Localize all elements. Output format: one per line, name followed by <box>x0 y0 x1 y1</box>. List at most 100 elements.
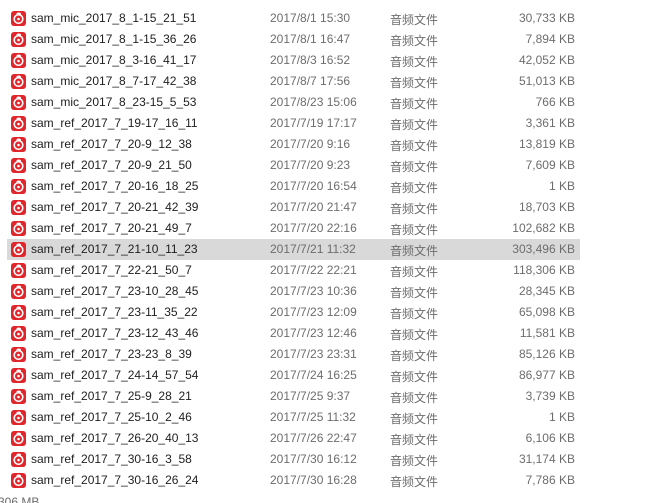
file-row[interactable]: sam_mic_2017_8_1-15_36_26 2017/8/1 16:47 音… <box>0 29 655 50</box>
file-row[interactable]: sam_ref_2017_7_20-9_21_50 2017/7/20 9:23 音… <box>0 155 655 176</box>
file-row[interactable]: sam_ref_2017_7_23-12_43_46 2017/7/23 12:4… <box>0 323 655 344</box>
file-row[interactable]: sam_ref_2017_7_20-9_12_38 2017/7/20 9:16 音… <box>0 134 655 155</box>
file-date-modified: 2017/7/23 12:09 <box>270 305 357 319</box>
file-size: 303,496 KB <box>512 242 575 256</box>
file-row[interactable]: sam_mic_2017_8_3-16_41_17 2017/8/3 16:52 音… <box>0 50 655 71</box>
audio-file-icon <box>11 74 26 89</box>
file-name: sam_ref_2017_7_23-11_35_22 <box>31 305 198 319</box>
file-row[interactable]: sam_ref_2017_7_20-16_18_25 2017/7/20 16:5… <box>0 176 655 197</box>
file-name: sam_mic_2017_8_1-15_36_26 <box>31 32 197 46</box>
file-size: 102,682 KB <box>512 221 575 235</box>
file-row[interactable]: sam_ref_2017_7_24-14_57_54 2017/7/24 16:2… <box>0 365 655 386</box>
file-date-modified: 2017/7/20 16:54 <box>270 179 357 193</box>
file-name: sam_ref_2017_7_21-10_11_23 <box>31 242 198 256</box>
file-row[interactable]: sam_ref_2017_7_30-16_3_58 2017/7/30 16:12… <box>0 449 655 470</box>
file-row[interactable]: sam_ref_2017_7_19-17_16_11 2017/7/19 17:1… <box>0 113 655 134</box>
file-type: 音频文件 <box>390 55 439 69</box>
file-name: sam_ref_2017_7_23-23_8_39 <box>31 347 192 361</box>
file-size: 51,013 KB <box>518 74 575 88</box>
file-size: 86,977 KB <box>518 368 575 382</box>
file-size: 28,345 KB <box>518 284 575 298</box>
file-type: 音频文件 <box>390 160 439 174</box>
file-type: 音频文件 <box>390 391 439 405</box>
file-date-modified: 2017/7/21 11:32 <box>270 242 356 256</box>
audio-file-icon <box>11 158 26 173</box>
file-date-modified: 2017/7/20 9:16 <box>270 137 351 151</box>
file-size: 7,609 KB <box>525 158 575 172</box>
file-name: sam_ref_2017_7_25-10_2_46 <box>31 410 192 424</box>
status-bar-size: 306 MB <box>0 495 40 503</box>
file-row[interactable]: sam_ref_2017_7_21-10_11_23 2017/7/21 11:3… <box>0 239 655 260</box>
audio-file-icon <box>11 53 26 68</box>
audio-file-icon <box>11 368 26 383</box>
file-row[interactable]: sam_mic_2017_8_7-17_42_38 2017/8/7 17:56 音… <box>0 71 655 92</box>
file-row[interactable]: sam_mic_2017_8_1-15_21_51 2017/8/1 15:30 音… <box>0 8 655 29</box>
file-date-modified: 2017/8/1 16:47 <box>270 32 351 46</box>
file-row[interactable]: sam_ref_2017_7_26-20_40_13 2017/7/26 22:4… <box>0 428 655 449</box>
file-name: sam_ref_2017_7_19-17_16_11 <box>31 116 198 130</box>
file-name: sam_ref_2017_7_23-12_43_46 <box>31 326 199 340</box>
file-name: sam_mic_2017_8_1-15_21_51 <box>31 11 197 25</box>
file-row[interactable]: sam_ref_2017_7_23-10_28_45 2017/7/23 10:3… <box>0 281 655 302</box>
file-name: sam_ref_2017_7_20-16_18_25 <box>31 179 199 193</box>
file-date-modified: 2017/8/23 15:06 <box>270 95 357 109</box>
file-size: 13,819 KB <box>518 137 575 151</box>
file-row[interactable]: sam_ref_2017_7_20-21_42_39 2017/7/20 21:4… <box>0 197 655 218</box>
file-type: 音频文件 <box>390 475 439 489</box>
file-date-modified: 2017/7/30 16:28 <box>270 473 357 487</box>
file-date-modified: 2017/7/26 22:47 <box>270 431 357 445</box>
file-date-modified: 2017/8/7 17:56 <box>270 74 351 88</box>
file-type: 音频文件 <box>390 13 439 27</box>
audio-file-icon <box>11 389 26 404</box>
file-row[interactable]: sam_ref_2017_7_22-21_50_7 2017/7/22 22:21… <box>0 260 655 281</box>
file-type: 音频文件 <box>390 307 439 321</box>
file-size: 3,361 KB <box>525 116 575 130</box>
file-size: 6,106 KB <box>525 431 575 445</box>
file-type: 音频文件 <box>390 433 439 447</box>
file-size: 7,894 KB <box>525 32 575 46</box>
audio-file-icon <box>11 221 26 236</box>
file-row[interactable]: sam_ref_2017_7_20-21_49_7 2017/7/20 22:16… <box>0 218 655 239</box>
file-row[interactable]: sam_mic_2017_8_23-15_5_53 2017/8/23 15:06… <box>0 92 655 113</box>
audio-file-icon <box>11 284 26 299</box>
file-size: 1 KB <box>548 179 575 193</box>
file-date-modified: 2017/7/23 23:31 <box>270 347 357 361</box>
audio-file-icon <box>11 95 26 110</box>
file-date-modified: 2017/7/25 9:37 <box>270 389 351 403</box>
file-size: 30,733 KB <box>518 11 575 25</box>
file-row[interactable]: sam_ref_2017_7_25-10_2_46 2017/7/25 11:32… <box>0 407 655 428</box>
file-row[interactable]: sam_ref_2017_7_23-11_35_22 2017/7/23 12:0… <box>0 302 655 323</box>
file-type: 音频文件 <box>390 181 439 195</box>
audio-file-icon <box>11 452 26 467</box>
file-name: sam_ref_2017_7_25-9_28_21 <box>31 389 192 403</box>
file-type: 音频文件 <box>390 412 439 426</box>
file-row[interactable]: sam_ref_2017_7_30-16_26_24 2017/7/30 16:2… <box>0 470 655 491</box>
file-name: sam_mic_2017_8_7-17_42_38 <box>31 74 197 88</box>
file-name: sam_ref_2017_7_20-9_12_38 <box>31 137 192 151</box>
file-name: sam_mic_2017_8_23-15_5_53 <box>31 95 197 109</box>
file-size: 11,581 KB <box>519 326 575 340</box>
file-row[interactable]: sam_ref_2017_7_25-9_28_21 2017/7/25 9:37 音… <box>0 386 655 407</box>
file-row[interactable]: sam_ref_2017_7_23-23_8_39 2017/7/23 23:31… <box>0 344 655 365</box>
file-type: 音频文件 <box>390 223 439 237</box>
file-size: 31,174 KB <box>518 452 575 466</box>
file-size: 18,703 KB <box>518 200 575 214</box>
file-type: 音频文件 <box>390 34 439 48</box>
file-date-modified: 2017/7/23 12:46 <box>270 326 357 340</box>
audio-file-icon <box>11 137 26 152</box>
file-type: 音频文件 <box>390 286 439 300</box>
file-name: sam_ref_2017_7_20-21_49_7 <box>31 221 192 235</box>
file-size: 3,739 KB <box>525 389 575 403</box>
file-name: sam_ref_2017_7_30-16_26_24 <box>31 473 199 487</box>
audio-file-icon <box>11 431 26 446</box>
file-date-modified: 2017/7/19 17:17 <box>270 116 357 130</box>
file-type: 音频文件 <box>390 97 439 111</box>
audio-file-icon <box>11 473 26 488</box>
audio-file-icon <box>11 410 26 425</box>
audio-file-icon <box>11 200 26 215</box>
file-date-modified: 2017/8/3 16:52 <box>270 53 351 67</box>
file-date-modified: 2017/7/20 9:23 <box>270 158 351 172</box>
file-size: 766 KB <box>535 95 575 109</box>
file-list: sam_mic_2017_8_1-15_21_51 2017/8/1 15:30 音… <box>0 8 655 491</box>
file-size: 118,306 KB <box>513 263 575 277</box>
